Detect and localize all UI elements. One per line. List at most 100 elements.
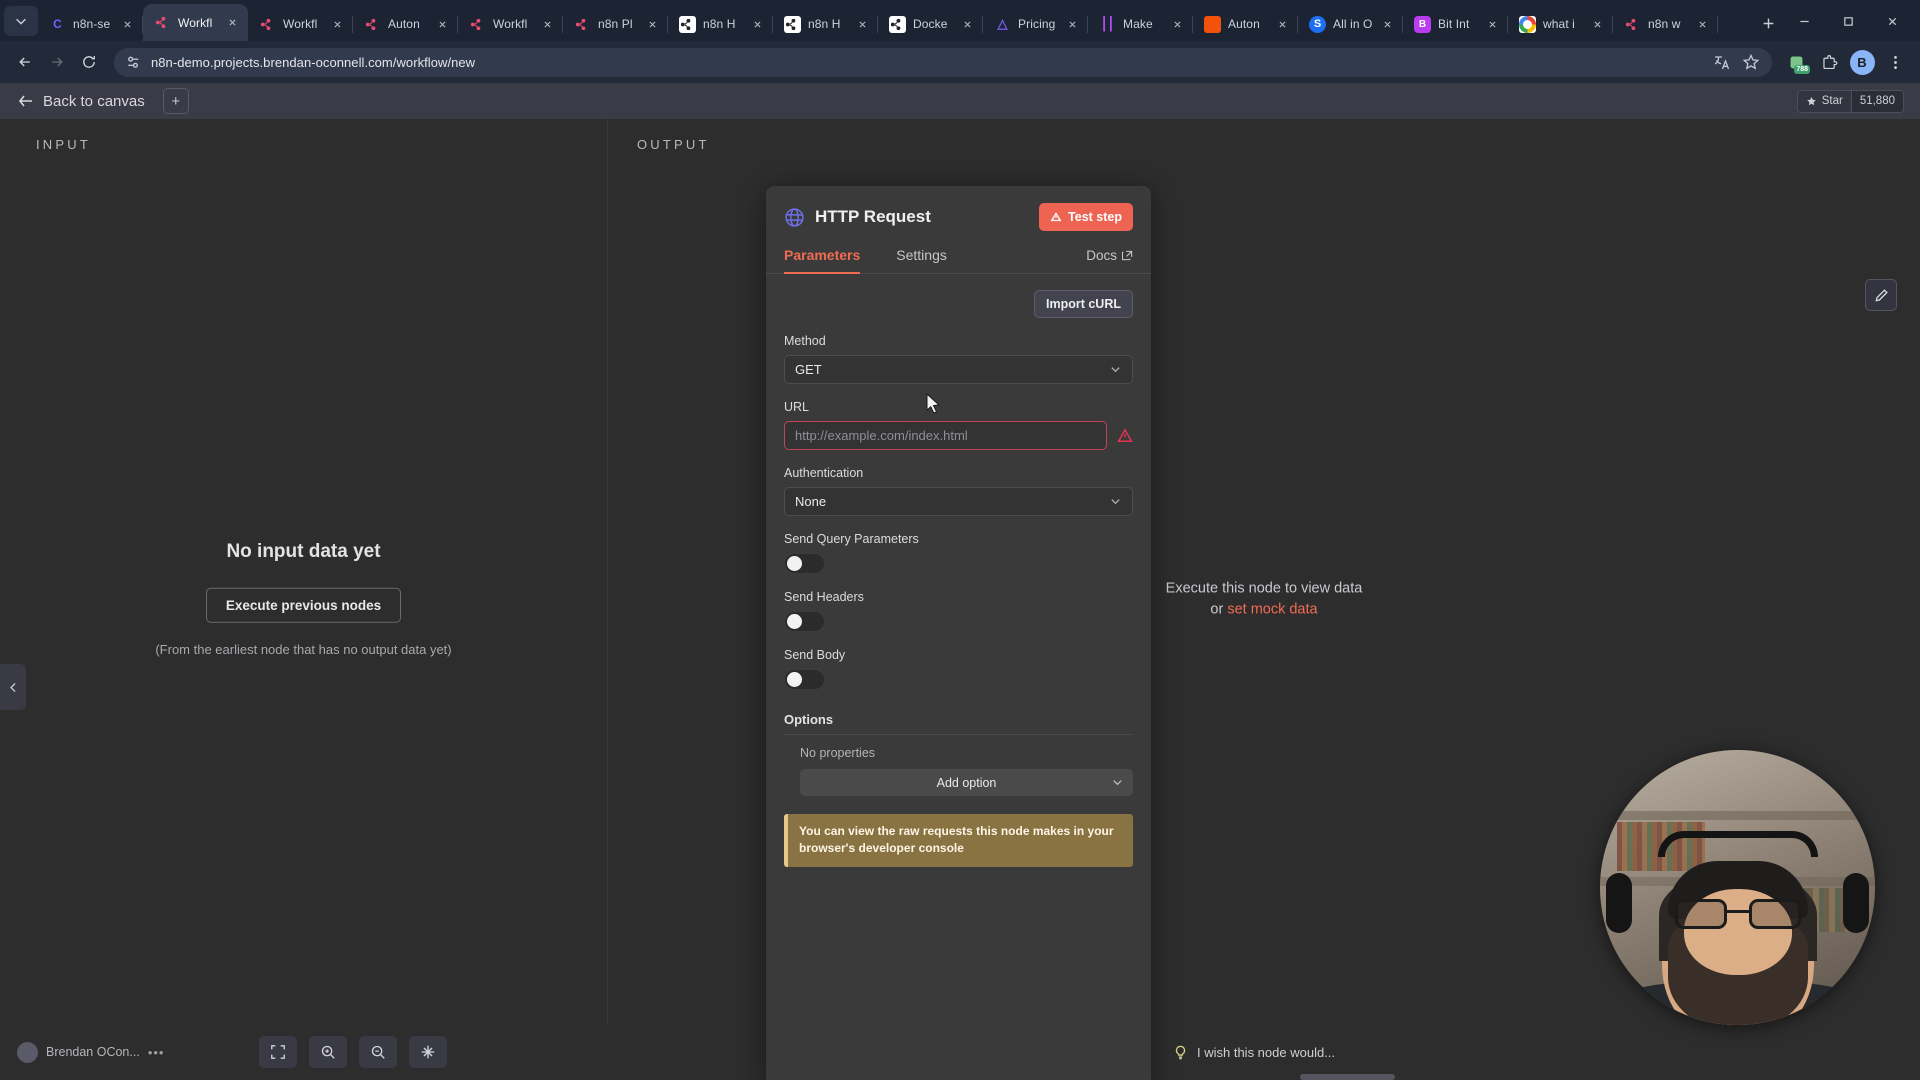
tab-close-icon[interactable] (329, 16, 345, 32)
add-node-button[interactable]: + (162, 88, 189, 114)
browser-tab[interactable]: Docke (878, 7, 983, 41)
tab-close-icon[interactable] (1169, 16, 1185, 32)
developer-console-notice: You can view the raw requests this node … (784, 814, 1133, 867)
back-to-canvas-label: Back to canvas (43, 92, 145, 110)
address-bar-actions (1713, 53, 1762, 71)
tab-title: Auton (1228, 17, 1260, 31)
import-curl-button[interactable]: Import cURL (1034, 290, 1133, 318)
tab-close-icon[interactable] (1484, 16, 1500, 32)
tab-close-icon[interactable] (1274, 16, 1290, 32)
browser-tab[interactable]: n8n H (773, 7, 878, 41)
user-name: Brendan OCon... (46, 1045, 140, 1059)
github-star-pill[interactable]: Star 51,880 (1796, 89, 1904, 113)
feedback-bar[interactable]: I wish this node would... (1151, 1024, 1920, 1080)
tab-close-icon[interactable] (539, 16, 555, 32)
forward-button[interactable] (42, 47, 72, 77)
n8n-app: Back to canvas + Star 51,880 INPUT No in… (0, 83, 1920, 1080)
tab-close-icon[interactable] (644, 16, 660, 32)
url-input[interactable]: http://example.com/index.html (784, 421, 1107, 450)
input-collapse-handle[interactable] (0, 664, 26, 710)
docs-label: Docs (1086, 248, 1117, 263)
browser-tab[interactable]: n8n Pl (563, 7, 668, 41)
user-chip[interactable]: Brendan OCon... ••• (0, 1041, 165, 1063)
star-label: Star (1821, 95, 1843, 107)
execute-previous-nodes-button[interactable]: Execute previous nodes (205, 587, 402, 623)
options-divider (784, 734, 1133, 735)
tab-close-icon[interactable] (959, 16, 975, 32)
docs-link[interactable]: Docs (1086, 248, 1133, 263)
method-select[interactable]: GET (784, 355, 1133, 384)
edit-output-icon[interactable] (1865, 279, 1897, 311)
chevron-down-icon (1111, 499, 1120, 505)
star-button[interactable]: Star (1797, 90, 1851, 112)
profile-avatar[interactable]: B (1847, 47, 1877, 77)
node-details-dialog: HTTP Request Test step Parameters Settin… (766, 186, 1151, 1080)
tab-close-icon[interactable] (224, 15, 240, 31)
browser-tab[interactable]: Workfl (143, 4, 248, 41)
chrome-menu-icon[interactable] (1880, 47, 1910, 77)
n8n-icon (364, 16, 381, 33)
tab-close-icon[interactable] (854, 16, 870, 32)
zoom-to-fit-icon[interactable] (259, 1036, 298, 1068)
set-mock-data-link[interactable]: set mock data (1227, 602, 1317, 618)
horizontal-scrollbar[interactable] (1300, 1074, 1395, 1080)
browser-tab[interactable]: what i (1508, 7, 1613, 41)
send-query-parameters-toggle[interactable] (784, 553, 825, 574)
n8n-icon (154, 14, 171, 31)
browser-tab[interactable]: Workfl (458, 7, 563, 41)
lightbulb-icon (1175, 1045, 1186, 1059)
globe-icon (784, 207, 805, 228)
browser-tab[interactable]: n8n H (668, 7, 773, 41)
minimize-button[interactable] (1782, 7, 1826, 35)
maximize-button[interactable] (1826, 7, 1870, 35)
tab-close-icon[interactable] (749, 16, 765, 32)
zoom-out-icon[interactable] (359, 1036, 398, 1068)
close-window-button[interactable] (1870, 7, 1914, 35)
browser-tab[interactable]: △ Pricing (983, 7, 1088, 41)
send-body-toggle[interactable] (784, 669, 825, 690)
reload-button[interactable] (74, 47, 104, 77)
browser-tab[interactable]: Cn8n-se (38, 7, 143, 41)
zoom-in-icon[interactable] (309, 1036, 348, 1068)
extension-puzzle-icon[interactable]: 788 (1781, 47, 1811, 77)
tab-close-icon[interactable] (434, 16, 450, 32)
back-to-canvas-button[interactable]: Back to canvas (0, 83, 145, 119)
browser-tab[interactable]: n8n w (1613, 7, 1718, 41)
test-step-button[interactable]: Test step (1039, 203, 1133, 231)
browser-tab[interactable]: ⎮⎮ Make (1088, 7, 1193, 41)
send-headers-toggle[interactable] (784, 611, 825, 632)
browser-tab[interactable]: B Bit Int (1403, 7, 1508, 41)
site-settings-icon[interactable] (125, 54, 142, 71)
translate-icon[interactable] (1713, 53, 1731, 71)
browser-tab[interactable]: S All in O (1298, 7, 1403, 41)
browser-tab[interactable]: Workfl (248, 7, 353, 41)
address-bar[interactable]: n8n-demo.projects.brendan-oconnell.com/w… (114, 47, 1772, 77)
tab-close-icon[interactable] (1694, 16, 1710, 32)
chevron-down-icon (1113, 780, 1122, 786)
tab-close-icon[interactable] (119, 16, 135, 32)
back-button[interactable] (10, 47, 40, 77)
tab-close-icon[interactable] (1589, 16, 1605, 32)
error-warning-icon (1117, 427, 1133, 444)
tab-parameters[interactable]: Parameters (784, 238, 861, 274)
browser-tab[interactable]: Auton (1193, 7, 1298, 41)
tab-settings[interactable]: Settings (896, 238, 947, 273)
tab-search-chevron-icon[interactable] (4, 6, 38, 36)
field-authentication: Authentication None (784, 466, 1133, 516)
authentication-select[interactable]: None (784, 487, 1133, 516)
new-tab-button[interactable] (1754, 9, 1782, 37)
user-more-icon[interactable]: ••• (148, 1045, 165, 1060)
field-send-headers: Send Headers (784, 590, 1133, 632)
tab-title: n8n H (703, 17, 736, 31)
tab-close-icon[interactable] (1064, 16, 1080, 32)
output-message-line1: Execute this node to view data (1165, 579, 1363, 596)
browser-tab[interactable]: Auton (353, 7, 458, 41)
bookmark-star-icon[interactable] (1742, 53, 1760, 71)
tab-close-icon[interactable] (1379, 16, 1395, 32)
add-option-button[interactable]: Add option (800, 769, 1133, 796)
field-send-body: Send Body (784, 648, 1133, 690)
url-label: URL (784, 400, 810, 414)
reset-zoom-icon[interactable] (409, 1036, 448, 1068)
extensions-icon[interactable] (1814, 47, 1844, 77)
output-empty-message: Execute this node to view data or set mo… (1166, 578, 1363, 622)
